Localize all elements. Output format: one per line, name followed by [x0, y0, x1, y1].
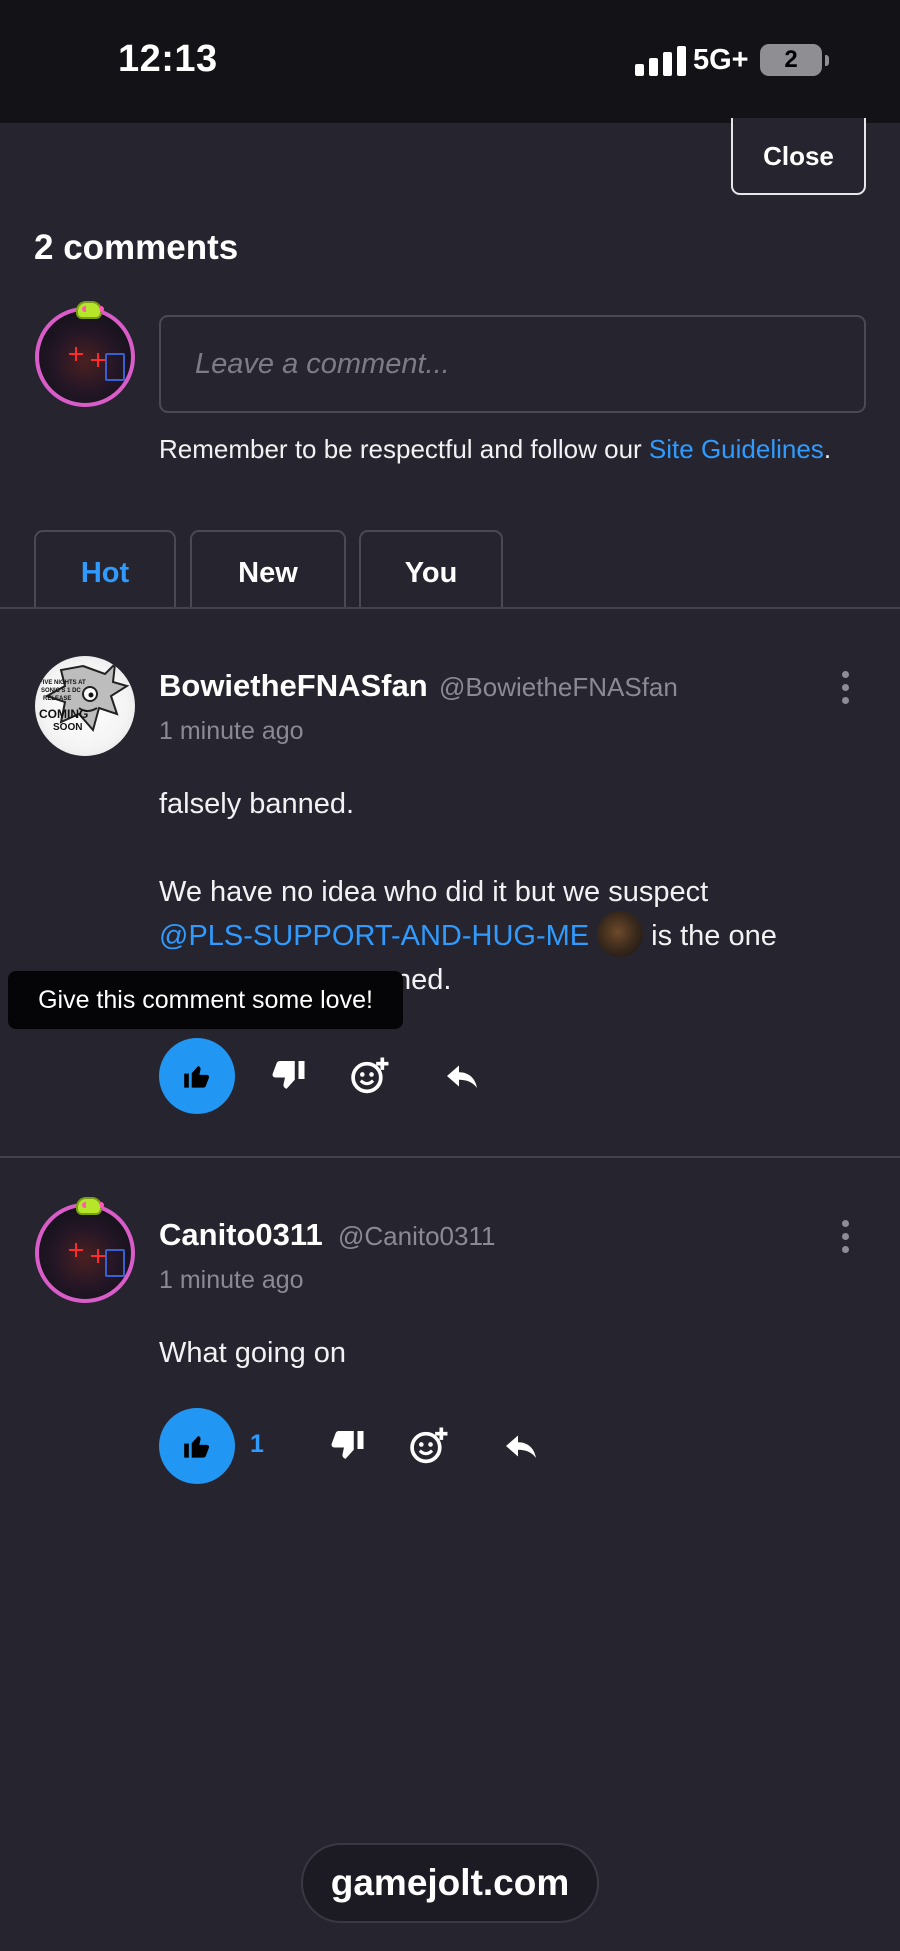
frog-badge-icon — [76, 301, 104, 319]
comment-handle[interactable]: @BowietheFNASfan — [439, 672, 678, 703]
mention-link[interactable]: @PLS-SUPPORT-AND-HUG-ME — [159, 920, 589, 952]
frame-icon — [105, 353, 125, 381]
thumbs-down-icon[interactable] — [329, 1428, 365, 1464]
site-guidelines-link[interactable]: Site Guidelines — [649, 434, 824, 464]
comment-line-partial: ned. — [395, 964, 452, 996]
tabs-divider — [0, 607, 900, 609]
comment-username[interactable]: Canito0311 — [159, 1217, 323, 1253]
network-type: 5G+ — [693, 44, 749, 76]
comment-author-avatar[interactable] — [35, 1197, 135, 1303]
tab-hot[interactable]: Hot — [34, 530, 176, 608]
tooltip: Give this comment some love! — [8, 971, 403, 1029]
comment-line: falsely banned. — [159, 788, 355, 820]
current-user-avatar[interactable] — [35, 301, 135, 407]
comment-author-avatar[interactable]: FIVE NIGHTS AT SONIC'S 1 DC RELEASE COMI… — [35, 656, 135, 756]
frame-icon — [105, 1249, 125, 1277]
comment-username[interactable]: BowietheFNASfan — [159, 668, 428, 704]
badge-line-4: COMING — [39, 707, 88, 721]
comment-handle[interactable]: @Canito0311 — [338, 1221, 495, 1252]
red-eye-icon — [69, 347, 83, 361]
red-eye-icon — [91, 353, 105, 367]
thumbs-up-icon — [184, 1065, 210, 1088]
badge-line-2: SONIC'S 1 DC — [41, 688, 81, 694]
comment-body: What going on — [159, 1337, 347, 1369]
comment-input[interactable]: Leave a comment... — [159, 315, 866, 413]
sonic-badge-icon: FIVE NIGHTS AT SONIC'S 1 DC RELEASE COMI… — [39, 661, 130, 733]
comments-count-title: 2 comments — [34, 228, 239, 267]
comment-divider — [0, 1156, 900, 1158]
signal-icon — [635, 46, 691, 76]
badge-line-1: FIVE NIGHTS AT — [39, 680, 86, 686]
add-reaction-icon[interactable] — [350, 1056, 390, 1096]
comment-body: falsely banned. We have no idea who did … — [159, 782, 879, 1002]
comment-menu-icon[interactable] — [840, 671, 850, 705]
like-button[interactable] — [159, 1408, 235, 1484]
red-eye-icon — [69, 1243, 83, 1257]
badge-line-5: SOON — [53, 722, 82, 733]
reply-icon[interactable] — [503, 1428, 539, 1464]
browser-url-pill[interactable]: gamejolt.com — [301, 1843, 599, 1923]
mention-avatar — [597, 911, 644, 958]
thumbs-up-icon — [184, 1435, 210, 1458]
red-eye-icon — [91, 1249, 105, 1263]
thumbs-down-icon[interactable] — [270, 1058, 306, 1094]
like-count[interactable]: 1 — [250, 1430, 264, 1459]
comment-menu-icon[interactable] — [840, 1220, 850, 1254]
reply-icon[interactable] — [444, 1058, 480, 1094]
comment-timestamp: 1 minute ago — [159, 1266, 304, 1294]
comment-line-end: is the one — [651, 920, 777, 952]
guidelines-text-lead: Remember to be respectful and follow our — [159, 434, 649, 464]
guidelines-text: Remember to be respectful and follow our… — [159, 434, 831, 465]
close-button[interactable]: Close — [731, 118, 866, 195]
like-button[interactable] — [159, 1038, 235, 1114]
badge-line-3: RELEASE — [43, 696, 71, 702]
status-time: 12:13 — [118, 38, 218, 80]
comment-line: @PLS-SUPPORT-AND-HUG-ME is the one — [159, 911, 879, 958]
tab-you[interactable]: You — [359, 530, 503, 608]
battery-icon: 2 — [760, 44, 829, 76]
comment-timestamp: 1 minute ago — [159, 717, 304, 745]
comment-line: We have no idea who did it but we suspec… — [159, 876, 709, 908]
status-bar: 12:13 5G+ 2 — [0, 0, 900, 123]
guidelines-text-end: . — [823, 434, 832, 464]
frog-badge-icon — [76, 1197, 104, 1215]
tab-new[interactable]: New — [190, 530, 346, 608]
add-reaction-icon[interactable] — [409, 1426, 449, 1466]
